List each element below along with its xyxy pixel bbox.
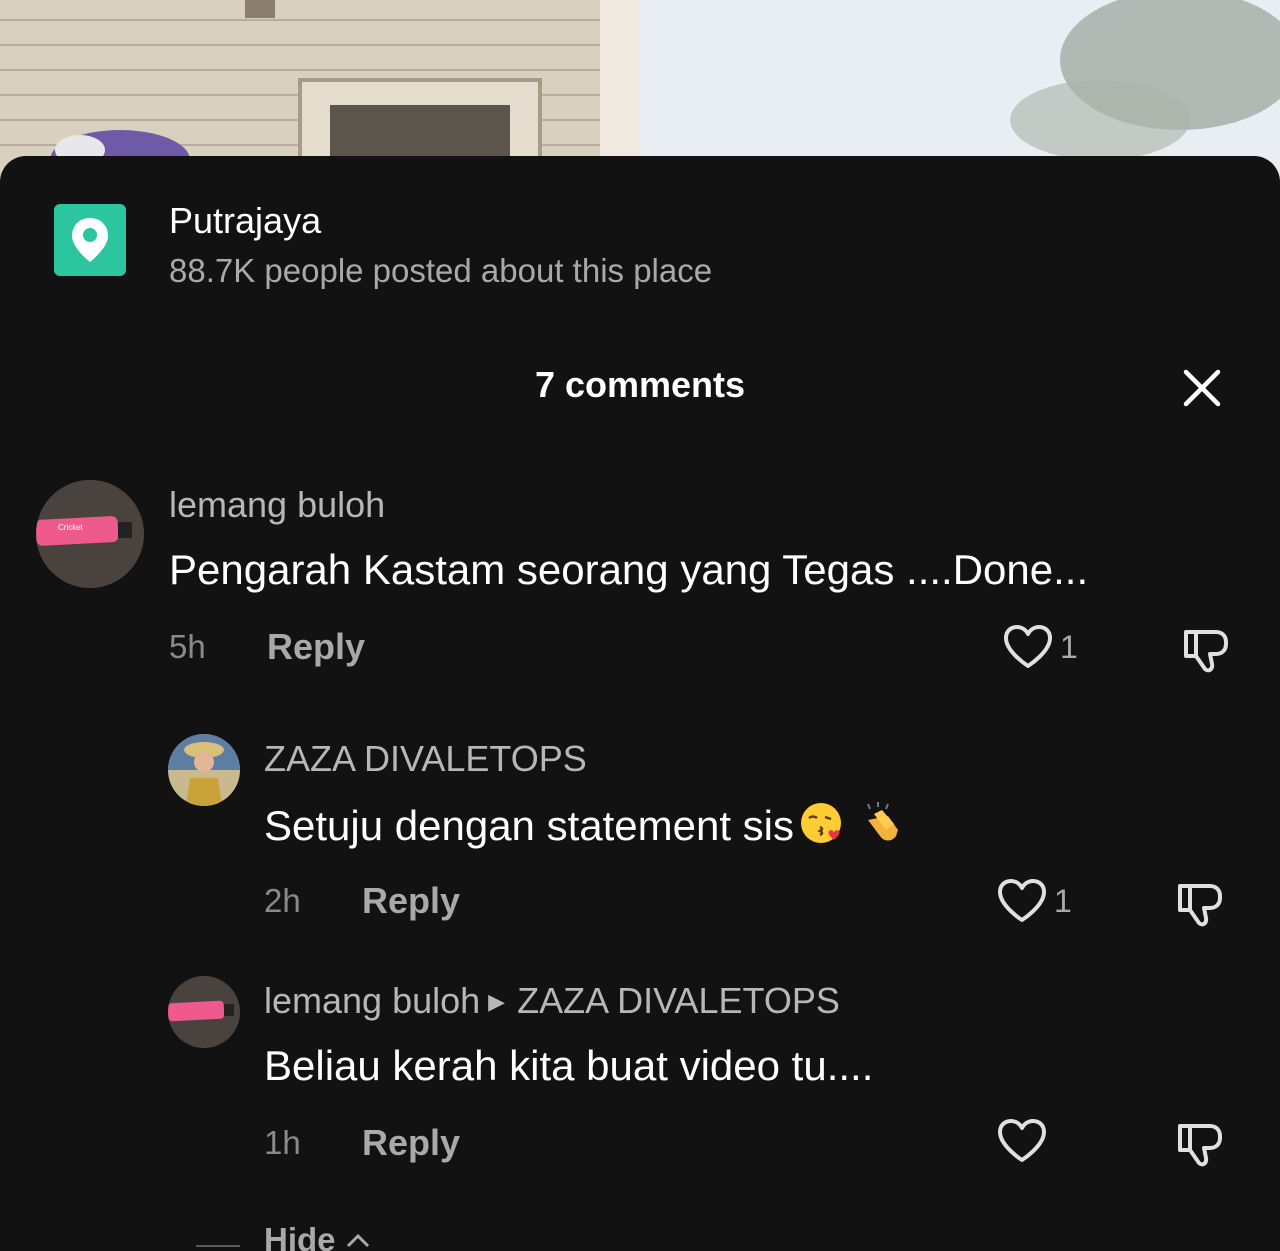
thumbs-down-icon <box>1178 1124 1222 1167</box>
like-count: 1 <box>1054 882 1072 919</box>
dislike-button[interactable] <box>1174 878 1226 935</box>
reply-button[interactable]: Reply <box>362 1122 460 1164</box>
avatar[interactable]: Cricket <box>36 480 144 588</box>
comments-count-title: 7 comments <box>534 364 746 405</box>
avatar[interactable] <box>168 976 240 1048</box>
svg-text:Cricket: Cricket <box>58 523 84 532</box>
reply-button[interactable]: Reply <box>267 626 365 668</box>
comment-time: 2h <box>264 882 301 919</box>
comment-username[interactable]: ZAZA DIVALETOPS <box>264 738 587 780</box>
like-button[interactable]: 1 <box>1002 624 1078 670</box>
hide-replies-button[interactable]: Hide <box>264 1221 371 1251</box>
comment-username[interactable]: lemang buloh <box>169 484 385 526</box>
location-subtitle: 88.7K people posted about this place <box>169 252 713 289</box>
thumbs-down-icon <box>1184 630 1228 673</box>
divider-line <box>196 1245 240 1247</box>
comment-text: Pengarah Kastam seorang yang Tegas ....D… <box>169 546 1089 593</box>
comment-text: Beliau kerah kita buat video tu.... <box>264 1042 874 1089</box>
close-icon <box>1183 369 1221 407</box>
hide-label: Hide <box>264 1221 336 1251</box>
chevron-up-icon <box>346 1233 369 1248</box>
reply-button[interactable]: Reply <box>362 880 460 922</box>
location-name: Putrajaya <box>169 200 322 241</box>
heart-icon <box>998 1119 1046 1162</box>
like-button[interactable]: 1 <box>996 878 1072 924</box>
location-pin-icon <box>54 204 126 276</box>
comment-text: Setuju dengan statement sis <box>264 800 904 850</box>
thumbs-down-icon <box>1178 884 1222 927</box>
dislike-button[interactable] <box>1174 1118 1226 1175</box>
like-button[interactable] <box>996 1118 1054 1164</box>
reply-to-username[interactable]: ZAZA DIVALETOPS <box>517 980 840 1021</box>
reply-comment-item: ZAZA DIVALETOPS Setuju dengan statement … <box>0 730 1280 930</box>
comment-item: Cricket lemang buloh Pengarah Kastam seo… <box>0 476 1280 676</box>
dislike-button[interactable] <box>1180 624 1232 681</box>
comment-username[interactable]: lemang buloh <box>264 980 480 1021</box>
location-banner[interactable]: Putrajaya 88.7K people posted about this… <box>54 200 1054 294</box>
comments-screen: Putrajaya 88.7K people posted about this… <box>0 0 1280 1251</box>
kissing-heart-emoji <box>801 803 842 843</box>
comment-username-line: lemang buloh ▶ ZAZA DIVALETOPS <box>264 980 840 1022</box>
like-count: 1 <box>1060 628 1078 665</box>
clapping-hands-emoji <box>867 802 899 841</box>
heart-icon <box>998 879 1046 922</box>
close-button[interactable] <box>1176 362 1228 414</box>
heart-icon <box>1004 625 1052 668</box>
comment-text-body: Setuju dengan statement sis <box>264 802 795 849</box>
comment-time: 5h <box>169 628 206 665</box>
avatar[interactable] <box>168 734 240 806</box>
reply-comment-item: lemang buloh ▶ ZAZA DIVALETOPS Beliau kera… <box>0 972 1280 1172</box>
comments-sheet: Putrajaya 88.7K people posted about this… <box>0 156 1280 1251</box>
reply-arrow-icon: ▶ <box>488 989 506 1014</box>
comment-time: 1h <box>264 1124 301 1161</box>
